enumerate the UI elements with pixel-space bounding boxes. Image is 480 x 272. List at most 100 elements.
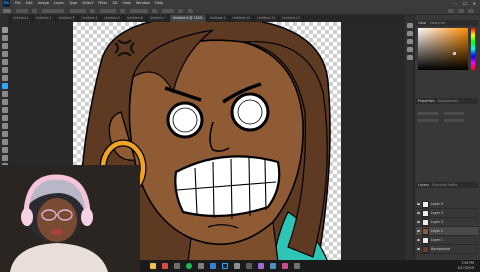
tab-untitled-3[interactable]: Untitled-3 [56,15,79,22]
menu-3d[interactable]: 3D [112,0,117,7]
properties-field-3[interactable] [418,119,438,122]
eraser-tool-icon[interactable] [2,107,8,113]
file-explorer-icon[interactable] [150,263,156,269]
adjustments-tab[interactable]: Adjustments [438,99,459,103]
gradient-tool-icon[interactable] [2,115,8,121]
paragraph-panel-icon[interactable] [407,47,413,52]
photoshop-taskbar-icon[interactable] [222,263,228,269]
share-icon[interactable] [468,9,474,13]
eye-icon[interactable] [417,221,420,223]
brush-size-picker[interactable] [16,9,28,13]
menu-view[interactable]: View [122,0,131,7]
layer-row[interactable]: Layer 1 [416,236,478,245]
layer-row[interactable]: Layer 4 [416,209,478,218]
blur-tool-icon[interactable] [2,123,8,129]
eye-icon[interactable] [417,239,420,241]
tab-untitled-1[interactable]: Untitled-1 [10,15,33,22]
spotify-icon[interactable] [186,263,192,269]
move-tool-icon[interactable] [2,27,8,33]
app-icon-13[interactable] [294,263,300,269]
eye-icon[interactable] [417,248,420,250]
layer-row-selected[interactable]: Layer 2 [416,227,478,236]
quick-select-tool-icon[interactable] [2,51,8,57]
properties-field-1[interactable] [418,112,438,115]
menu-filter[interactable]: Filter [98,0,107,7]
eye-icon[interactable] [417,230,420,232]
color-panel-title[interactable]: Color [418,21,427,25]
tab-untitled-5[interactable]: Untitled-5 [101,15,124,22]
opacity-field[interactable] [70,9,86,13]
menu-type[interactable]: Type [69,0,77,7]
character-panel-icon[interactable] [407,39,413,44]
crop-tool-icon[interactable] [2,59,8,65]
lasso-tool-icon[interactable] [2,43,8,49]
workspace-search-icon[interactable] [448,9,454,13]
smoothing-field[interactable] [130,9,148,13]
minimize-button[interactable]: – [455,1,457,6]
tab-untitled-7[interactable]: Untitled-7 [147,15,170,22]
brush-panel-icon[interactable] [407,31,413,36]
eyedropper-tool-icon[interactable] [2,67,8,73]
tab-untitled-10[interactable]: Untitled-10 [230,15,255,22]
smoothing-settings-icon[interactable] [152,9,157,13]
history-panel-icon[interactable] [407,23,413,28]
brush-tool-icon[interactable] [2,83,8,89]
menu-layer[interactable]: Layer [54,0,64,7]
color-panel-header[interactable]: Color Swatches [416,20,478,26]
type-tool-icon[interactable] [2,147,8,153]
app-icon-12[interactable] [282,263,288,269]
app-icon-9[interactable] [246,263,252,269]
mode-dropdown[interactable] [42,9,64,13]
stamp-tool-icon[interactable] [2,91,8,97]
close-button[interactable]: ✕ [473,1,476,6]
layers-panel-header[interactable]: Layers Channels Paths [416,182,478,188]
tab-untitled-6[interactable]: Untitled-6 [124,15,147,22]
hue-slider[interactable] [471,28,475,70]
taskbar-clock[interactable]: 7:56 PM 5/17/2019 [458,261,474,270]
tab-untitled-9[interactable]: Untitled-9 [207,15,230,22]
properties-panel-header[interactable]: Properties Adjustments [416,98,478,104]
tab-untitled-4[interactable]: Untitled-4 [78,15,102,22]
airbrush-icon[interactable] [120,9,125,13]
size-pressure-icon[interactable] [178,9,183,13]
app-icon-5[interactable] [198,263,204,269]
menu-image[interactable]: Image [38,0,49,7]
healing-tool-icon[interactable] [2,75,8,81]
angle-field[interactable] [162,9,174,13]
maximize-button[interactable]: ☐ [463,1,467,6]
app-icon-3[interactable] [174,263,180,269]
opacity-pressure-icon[interactable] [90,9,95,13]
symmetry-icon[interactable] [188,9,193,13]
libraries-panel-icon[interactable] [407,55,413,60]
tab-untitled-12[interactable]: Untitled-12 [279,15,304,22]
menu-window[interactable]: Window [136,0,150,7]
color-picker-field[interactable] [418,28,468,70]
properties-panel-title[interactable]: Properties [418,99,435,103]
menu-file[interactable]: File [15,0,21,7]
brush-settings-icon[interactable] [32,9,37,13]
tab-untitled-2[interactable]: Untitled-2 [33,15,56,22]
tool-preset-picker[interactable] [3,9,11,13]
pen-tool-icon[interactable] [2,139,8,145]
browser-icon[interactable] [162,263,168,269]
eye-icon[interactable] [417,203,420,205]
properties-field-2[interactable] [444,112,464,115]
menu-edit[interactable]: Edit [26,0,33,7]
tab-untitled-8[interactable]: Untitled-8 @ 100% [169,15,207,22]
app-icon-8[interactable] [234,263,240,269]
app-icon-11[interactable] [270,263,276,269]
swatches-tab[interactable]: Swatches [430,21,446,25]
eye-icon[interactable] [417,212,420,214]
path-select-tool-icon[interactable] [2,155,8,161]
app-icon-10[interactable] [258,263,264,269]
channels-paths-tabs[interactable]: Channels Paths [432,183,457,187]
flow-field[interactable] [100,9,116,13]
marquee-tool-icon[interactable] [2,35,8,41]
history-brush-tool-icon[interactable] [2,99,8,105]
layer-row[interactable]: Background [416,245,478,254]
dodge-tool-icon[interactable] [2,131,8,137]
tab-untitled-11[interactable]: Untitled-11 [254,15,280,22]
layer-row[interactable]: Layer 3 [416,218,478,227]
menu-help[interactable]: Help [155,0,163,7]
properties-field-4[interactable] [444,119,464,122]
